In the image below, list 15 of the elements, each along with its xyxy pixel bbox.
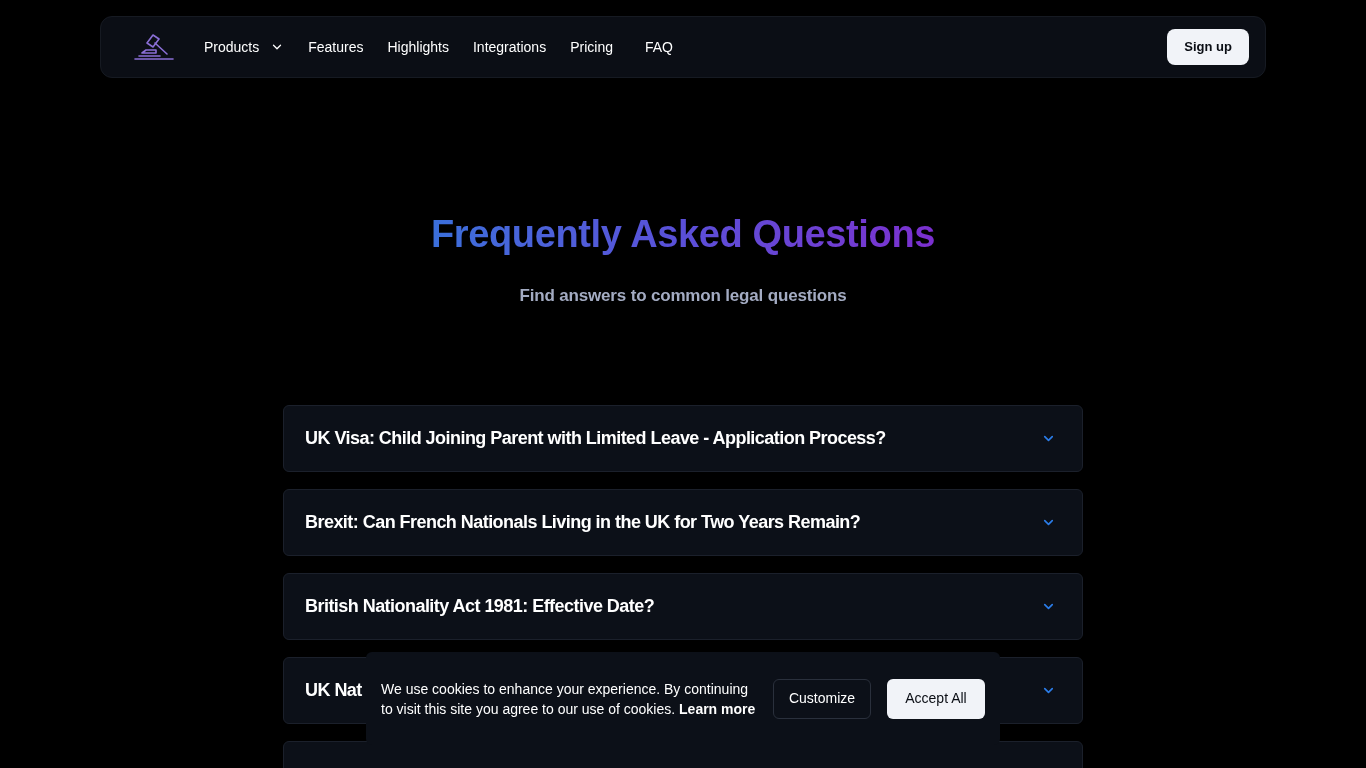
nav-link[interactable]: Features <box>308 36 364 58</box>
nav-menu-item[interactable]: Products <box>204 36 285 58</box>
customize-button[interactable]: Customize <box>773 678 871 719</box>
faq-question[interactable]: UK Nat <box>305 677 362 704</box>
faq-question[interactable]: British Nationality Act 1981: Effective Date? <box>305 593 655 620</box>
page-subtitle: Find answers to common legal questions <box>519 285 847 307</box>
accept-all-button[interactable]: Accept All <box>887 678 985 719</box>
sign-up-button[interactable]: Sign up <box>1167 29 1249 65</box>
nav-link[interactable]: FAQ <box>644 36 673 58</box>
nav-link[interactable]: Pricing <box>570 36 613 58</box>
nav-link[interactable]: Integrations <box>473 36 547 58</box>
cookie-message: We use cookies to enhance your experience. By continuing to visit this site you agree to our use of cookies. Learn more <box>381 679 756 719</box>
nav-link[interactable]: Highlights <box>387 36 449 58</box>
learn-more-link[interactable]: Learn more <box>679 700 756 717</box>
gavel-logo-icon <box>134 34 174 60</box>
